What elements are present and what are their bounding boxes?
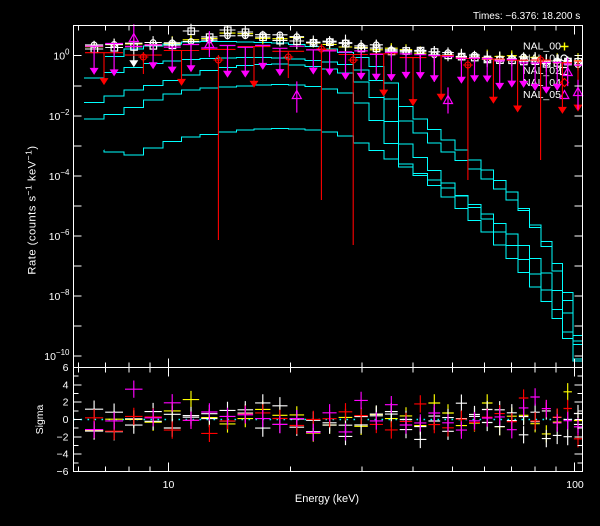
svg-text:NAL_05: NAL_05 xyxy=(523,89,561,101)
svg-text:6: 6 xyxy=(63,362,69,374)
svg-text:NAL_02: NAL_02 xyxy=(523,65,561,77)
svg-text:−4: −4 xyxy=(57,449,69,461)
svg-text:2: 2 xyxy=(63,397,69,409)
svg-text:Times: −6.376: 18.200 s: Times: −6.376: 18.200 s xyxy=(473,11,580,22)
svg-text:Rate (counts s−1 keV−1): Rate (counts s−1 keV−1) xyxy=(24,145,39,274)
svg-text:−2: −2 xyxy=(57,431,69,443)
svg-text:Sigma: Sigma xyxy=(34,404,46,434)
svg-text:0: 0 xyxy=(63,414,69,426)
svg-text:−6: −6 xyxy=(57,466,69,478)
svg-text:10: 10 xyxy=(163,479,175,491)
svg-text:NAL_00: NAL_00 xyxy=(523,41,561,53)
svg-text:100: 100 xyxy=(566,479,584,491)
svg-text:4: 4 xyxy=(63,379,69,391)
svg-text:Energy (keV): Energy (keV) xyxy=(295,493,359,505)
